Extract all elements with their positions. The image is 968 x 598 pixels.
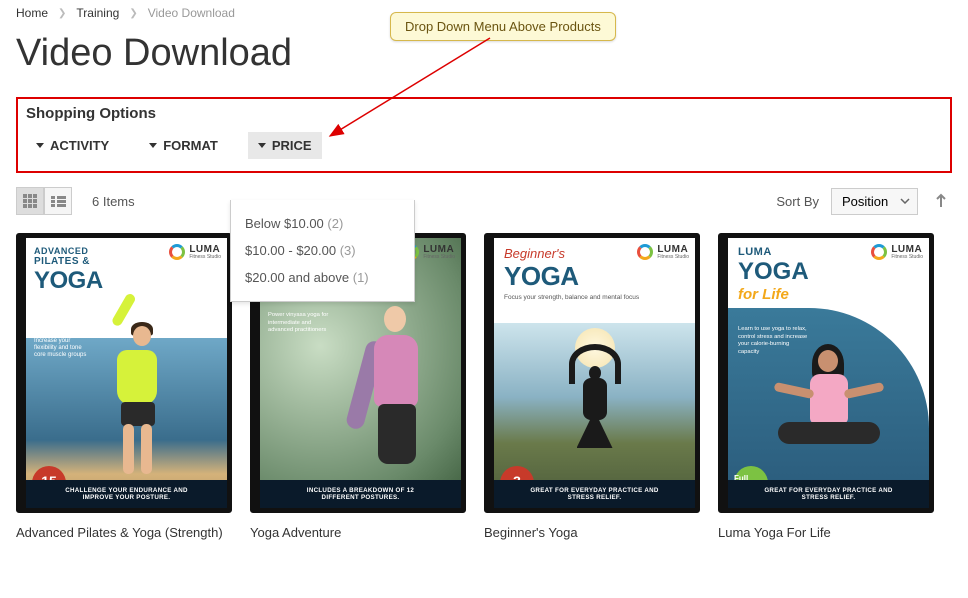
price-option-below-10[interactable]: Below $10.00 (2) (243, 210, 402, 237)
cover-bottom-bar: CHALLENGE YOUR ENDURANCE AND IMPROVE YOU… (26, 480, 227, 508)
item-count: 6 Items (92, 194, 135, 209)
sort-direction-button[interactable] (930, 190, 952, 212)
luma-logo: LUMAFitness Studio (637, 244, 689, 260)
view-list-button[interactable] (44, 187, 72, 215)
sort-select-wrap: Position (831, 188, 918, 215)
product-cover: LUMA YOGA for Life LUMAFitness Studio Le… (718, 233, 934, 513)
view-grid-button[interactable] (16, 187, 44, 215)
product-name: Luma Yoga For Life (718, 525, 934, 540)
option-count: (3) (340, 243, 356, 258)
toolbar: 6 Items Sort By Position (16, 187, 952, 215)
option-label: Below $10.00 (245, 216, 324, 231)
filter-label: FORMAT (163, 138, 218, 153)
filter-format[interactable]: FORMAT (139, 132, 228, 159)
filter-activity[interactable]: ACTIVITY (26, 132, 119, 159)
product-card[interactable]: LUMA YOGA for Life LUMAFitness Studio Le… (718, 233, 934, 540)
cover-subtitle: Focus your strength, balance and mental … (504, 294, 639, 302)
product-card[interactable]: ADVANCED PILATES & YOGA LUMAFitness Stud… (16, 233, 232, 540)
view-mode-switch (16, 187, 72, 215)
breadcrumb-current: Video Download (148, 6, 235, 20)
list-icon (51, 196, 66, 207)
breadcrumb-training[interactable]: Training (76, 6, 119, 20)
option-count: (1) (353, 270, 369, 285)
arrow-up-icon (934, 193, 948, 209)
caret-down-icon (36, 143, 44, 148)
annotation-callout: Drop Down Menu Above Products (390, 12, 616, 41)
caret-down-icon (149, 143, 157, 148)
price-option-10-20[interactable]: $10.00 - $20.00 (3) (243, 237, 402, 264)
luma-logo: LUMAFitness Studio (169, 244, 221, 260)
breadcrumb-home[interactable]: Home (16, 6, 48, 20)
luma-logo: LUMAFitness Studio (871, 244, 923, 260)
sort-by-label: Sort By (776, 194, 819, 209)
chevron-right-icon: ❯ (129, 8, 137, 19)
cover-line: YOGA (504, 261, 639, 292)
cover-blurb: Power vinyasa yoga for intermediate and … (268, 312, 330, 335)
cover-line: Beginner's (504, 246, 639, 261)
cover-line: LUMA (738, 246, 809, 258)
cover-blurb: Increase your flexibility and tone core … (34, 338, 94, 360)
cover-bottom-bar: GREAT FOR EVERYDAY PRACTICE AND STRESS R… (494, 480, 695, 508)
product-cover: Beginner's YOGA Focus your strength, bal… (484, 233, 700, 513)
option-count: (2) (327, 216, 343, 231)
filter-label: ACTIVITY (50, 138, 109, 153)
shopping-options-panel: Shopping Options ACTIVITY FORMAT PRICE (16, 97, 952, 173)
product-name: Beginner's Yoga (484, 525, 700, 540)
cover-line: YOGA (34, 267, 103, 295)
cover-line: for Life (738, 286, 809, 303)
product-grid: ADVANCED PILATES & YOGA LUMAFitness Stud… (16, 233, 952, 540)
shopping-options-title: Shopping Options (26, 105, 942, 122)
option-label: $10.00 - $20.00 (245, 243, 336, 258)
filter-label: PRICE (272, 138, 312, 153)
caret-down-icon (258, 143, 266, 148)
filter-price[interactable]: PRICE (248, 132, 322, 159)
filter-row: ACTIVITY FORMAT PRICE (26, 132, 942, 159)
option-label: $20.00 and above (245, 270, 349, 285)
product-card[interactable]: Beginner's YOGA Focus your strength, bal… (484, 233, 700, 540)
price-dropdown: Below $10.00 (2) $10.00 - $20.00 (3) $20… (230, 200, 415, 302)
cover-line: ADVANCED (34, 246, 103, 256)
product-cover: ADVANCED PILATES & YOGA LUMAFitness Stud… (16, 233, 232, 513)
cover-bottom-bar: GREAT FOR EVERYDAY PRACTICE AND STRESS R… (728, 480, 929, 508)
cover-line: PILATES & (34, 256, 103, 267)
cover-line: YOGA (738, 258, 809, 286)
sort-select[interactable]: Position (831, 188, 918, 215)
grid-icon (23, 194, 37, 208)
product-name: Advanced Pilates & Yoga (Strength) (16, 525, 232, 540)
product-name: Yoga Adventure (250, 525, 466, 540)
chevron-right-icon: ❯ (58, 8, 66, 19)
cover-bottom-bar: INCLUDES A BREAKDOWN OF 12 DIFFERENT POS… (260, 480, 461, 508)
price-option-20-above[interactable]: $20.00 and above (1) (243, 264, 402, 291)
